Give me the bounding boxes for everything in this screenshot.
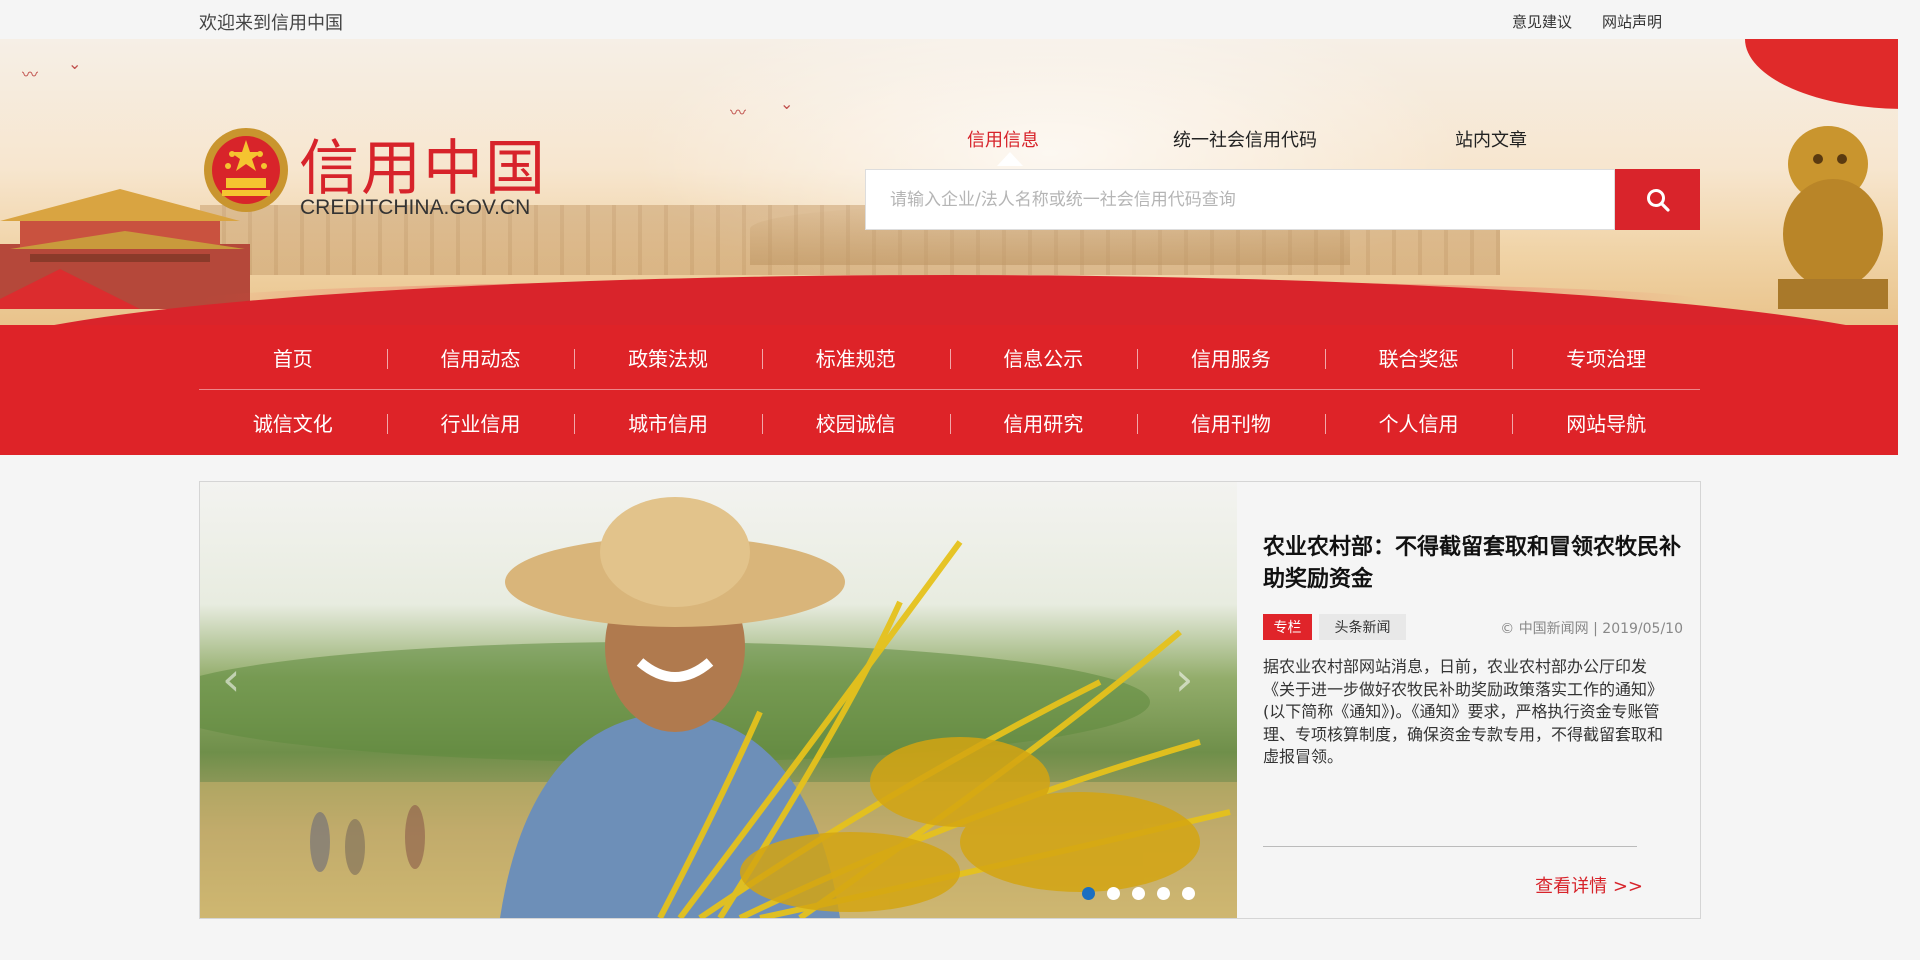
nav-item-standards[interactable]: 标准规范 [761, 325, 950, 389]
carousel-dot[interactable] [1157, 887, 1170, 900]
nav-item-campus-integrity[interactable]: 校园诚信 [761, 390, 950, 454]
tag-headline-news[interactable]: 头条新闻 [1319, 614, 1406, 640]
nav-item-info-disclosure[interactable]: 信息公示 [949, 325, 1138, 389]
red-flag-decoration [1745, 39, 1898, 109]
welcome-text: 欢迎来到信用中国 [199, 13, 343, 34]
featured-news-carousel: ‹ › 农业农村部：不得截留套取和冒领农牧民补助奖励资金 专栏 头条新闻 © 中… [199, 481, 1701, 919]
top-bar: 欢迎来到信用中国 意见建议 网站声明 [0, 0, 1920, 39]
featured-photo[interactable]: ‹ › [200, 482, 1237, 918]
site-statement-link[interactable]: 网站声明 [1602, 11, 1662, 32]
site-domain: CREDITCHINA.GOV.CN [300, 196, 531, 219]
national-emblem-icon[interactable] [202, 126, 290, 214]
bird-icon: ⌄ [780, 94, 794, 113]
bird-icon: 〰 [730, 103, 747, 122]
search-tab-credit-info[interactable]: 信用信息 [967, 126, 1039, 152]
nav-item-city-credit[interactable]: 城市信用 [574, 390, 762, 454]
nav-item-credit-research[interactable]: 信用研究 [949, 390, 1138, 454]
view-details-link[interactable]: 查看详情 >> [1535, 872, 1643, 898]
article-summary: 据农业农村部网站消息，日前，农业农村部办公厅印发《关于进一步做好农牧民补助奖励政… [1263, 657, 1664, 766]
nav-item-personal-credit[interactable]: 个人信用 [1324, 390, 1513, 454]
tag-column[interactable]: 专栏 [1263, 614, 1312, 640]
bird-icon: 〰 [22, 65, 39, 84]
nav-item-credit-news[interactable]: 信用动态 [386, 325, 575, 389]
article-divider [1263, 846, 1637, 847]
search-input[interactable] [866, 170, 1614, 229]
nav-item-special-governance[interactable]: 专项治理 [1512, 325, 1700, 389]
search-tab-site-articles[interactable]: 站内文章 [1455, 126, 1527, 152]
site-title[interactable]: 信用中国 [299, 120, 547, 207]
main-nav: 首页 信用动态 政策法规 标准规范 信息公示 信用服务 联合奖惩 专项治理 诚信… [0, 325, 1898, 455]
nav-item-integrity-culture[interactable]: 诚信文化 [199, 390, 387, 454]
search-box [865, 169, 1615, 230]
stone-lion-illustration [1778, 126, 1888, 309]
carousel-dots [1082, 887, 1195, 900]
nav-row-secondary: 诚信文化 行业信用 城市信用 校园诚信 信用研究 信用刊物 个人信用 网站导航 [199, 390, 1700, 454]
nav-item-policies[interactable]: 政策法规 [574, 325, 762, 389]
nav-row-primary: 首页 信用动态 政策法规 标准规范 信息公示 信用服务 联合奖惩 专项治理 [199, 325, 1700, 389]
carousel-dot[interactable] [1182, 887, 1195, 900]
nav-item-site-navigation[interactable]: 网站导航 [1512, 390, 1700, 454]
nav-item-credit-services[interactable]: 信用服务 [1137, 325, 1325, 389]
search-button[interactable] [1615, 169, 1700, 230]
nav-item-home[interactable]: 首页 [199, 325, 387, 389]
carousel-dot[interactable] [1132, 887, 1145, 900]
search-tab-credit-code[interactable]: 统一社会信用代码 [1173, 126, 1317, 152]
chevron-left-icon[interactable]: ‹ [222, 652, 240, 706]
bird-icon: ⌄ [68, 54, 82, 73]
article-source: © 中国新闻网 | 2019/05/10 [1500, 618, 1683, 638]
search-icon [1646, 188, 1670, 212]
carousel-dot[interactable] [1082, 887, 1095, 900]
carousel-dot[interactable] [1107, 887, 1120, 900]
chevron-right-icon[interactable]: › [1175, 652, 1193, 706]
featured-article: 农业农村部：不得截留套取和冒领农牧民补助奖励资金 专栏 头条新闻 © 中国新闻网… [1263, 482, 1683, 918]
active-tab-caret [997, 152, 1023, 166]
nav-item-rewards-penalties[interactable]: 联合奖惩 [1324, 325, 1513, 389]
article-title[interactable]: 农业农村部：不得截留套取和冒领农牧民补助奖励资金 [1263, 532, 1683, 596]
red-ribbon-wave [0, 275, 1898, 325]
copyright-icon: © [1500, 621, 1519, 637]
farmer-with-rice-photo [200, 497, 1237, 918]
feedback-link[interactable]: 意见建议 [1512, 11, 1572, 32]
top-links: 意见建议 网站声明 [1512, 11, 1662, 32]
nav-item-credit-publications[interactable]: 信用刊物 [1137, 390, 1325, 454]
nav-item-industry-credit[interactable]: 行业信用 [386, 390, 575, 454]
source-text: 中国新闻网 | 2019/05/10 [1518, 621, 1683, 637]
